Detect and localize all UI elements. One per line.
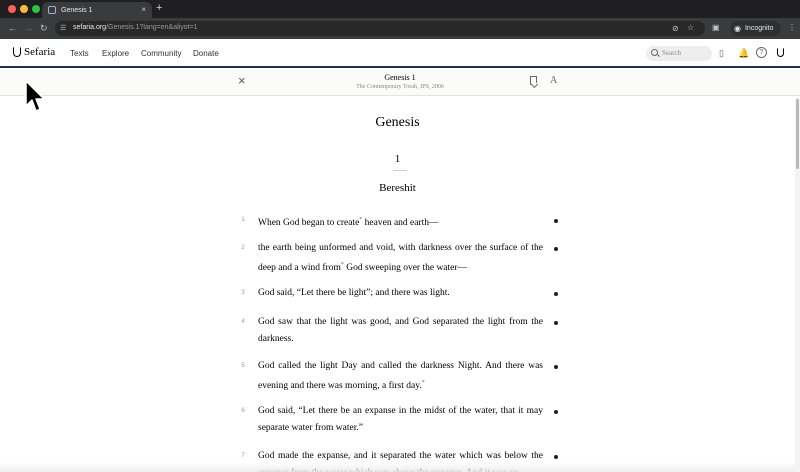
tab-close-icon[interactable]: × [141,6,146,14]
star-icon[interactable]: ☆ [687,23,694,33]
back-arrow-icon[interactable]: ← [8,22,17,34]
verse-text[interactable]: God said, “Let there be light”; and ther… [258,285,543,302]
reader-title[interactable]: Genesis 1 [0,73,800,82]
profile-logo-icon[interactable] [777,48,784,57]
help-icon[interactable]: ? [756,47,767,58]
bookmark-icon[interactable] [530,76,537,85]
new-tab-button[interactable]: + [156,3,162,14]
verse-marker-dot[interactable] [554,455,558,459]
verse-text-cont: God sweeping over the water— [343,262,468,273]
verse-marker-dot[interactable] [554,365,558,369]
incognito-badge[interactable]: ◉ Incognito [730,21,782,36]
verse-number: 1 [241,217,245,223]
footnote-marker[interactable]: * [422,380,425,386]
url-path: /Genesis.1?lang=en&aliyot=1 [106,24,198,31]
verse-marker-dot[interactable] [554,292,558,296]
verse-text[interactable]: When God began to create* heaven and ear… [258,212,543,232]
verse-number: 3 [241,290,245,296]
verse-number: 2 [241,245,245,251]
reader-version-title[interactable]: The Contemporary Torah, JPS, 2006 [0,84,800,90]
nav-donate[interactable]: Donate [193,49,219,58]
browser-tab-strip: Genesis 1 × + [0,0,800,18]
verse-number: 5 [241,363,245,369]
bottom-fade [0,462,795,472]
sefaria-favicon-icon [48,6,56,14]
window-minimize-button[interactable] [20,5,28,13]
reload-icon[interactable]: ↻ [40,22,48,34]
saved-texts-icon[interactable]: ▯ [719,48,724,58]
nav-explore[interactable]: Explore [102,49,129,58]
verse-marker-dot[interactable] [554,219,558,223]
verse-text-main: God said, “Let there be an expanse in th… [258,406,543,433]
incognito-icon: ◉ [734,24,741,33]
search-input[interactable]: Search [646,46,712,61]
menu-dots-icon[interactable]: ⋮ [788,23,796,33]
verse-marker-dot[interactable] [554,247,558,251]
text-display-options-icon[interactable]: A [550,75,557,86]
browser-tab[interactable]: Genesis 1 × [42,2,152,18]
verse-number: 7 [241,453,245,459]
url-host: sefaria.org [73,24,107,31]
verse-text[interactable]: God called the light Day and called the … [258,358,543,394]
verse-number: 4 [241,319,245,325]
chapter-number: 1 [394,153,401,165]
verse-text-main: God saw that the light was good, and God… [258,317,543,344]
nav-texts[interactable]: Texts [70,49,89,58]
site-info-icon[interactable]: ☰ [60,24,66,32]
browser-toolbar: ← → ↻ ☰ sefaria.org/Genesis.1?lang=en&al… [0,18,800,39]
verse-text-main: God called the light Day and called the … [258,361,543,391]
chapter-divider [393,170,407,171]
verse-text[interactable]: God said, “Let there be an expanse in th… [258,403,543,436]
mouse-cursor-icon [25,80,45,112]
eye-off-icon[interactable]: ⊘ [672,24,679,34]
scrollbar-thumb[interactable] [796,99,799,169]
verse-marker-dot[interactable] [554,321,558,325]
forward-arrow-icon[interactable]: → [24,22,33,34]
url-text[interactable]: sefaria.org/Genesis.1?lang=en&aliyot=1 [73,24,198,31]
parasha-title: Bereshit [379,182,416,194]
logo-text: Sefaria [24,46,56,58]
reader-header: × Genesis 1 The Contemporary Torah, JPS,… [0,70,800,96]
verse-text-main: God said, “Let there be light”; and ther… [258,288,450,298]
search-icon [651,49,658,56]
verse-text[interactable]: God saw that the light was good, and God… [258,314,543,347]
nav-community[interactable]: Community [141,49,181,58]
sidebar-icon[interactable]: ▣ [712,23,720,33]
site-header: Sefaria Texts Explore Community Donate S… [0,39,800,68]
window-zoom-button[interactable] [32,5,40,13]
verse-text-main: When God began to create [258,218,360,229]
reader-text-panel: Genesis 1 Bereshit 1 When God began to c… [0,97,795,472]
tab-title: Genesis 1 [61,6,93,14]
notifications-bell-icon[interactable]: 🔔 [738,48,749,58]
incognito-label: Incognito [744,25,774,32]
window-close-button[interactable] [8,5,16,13]
verse-text-cont: heaven and earth— [362,218,439,229]
verse-number: 6 [241,408,245,414]
sefaria-logo[interactable]: Sefaria [13,46,55,58]
logo-icon [13,47,21,57]
address-bar[interactable]: ☰ sefaria.org/Genesis.1?lang=en&aliyot=1… [55,21,705,36]
book-title: Genesis [375,115,420,130]
verse-text[interactable]: the earth being unformed and void, with … [258,240,543,276]
search-placeholder: Search [662,49,682,57]
verse-marker-dot[interactable] [554,410,558,414]
